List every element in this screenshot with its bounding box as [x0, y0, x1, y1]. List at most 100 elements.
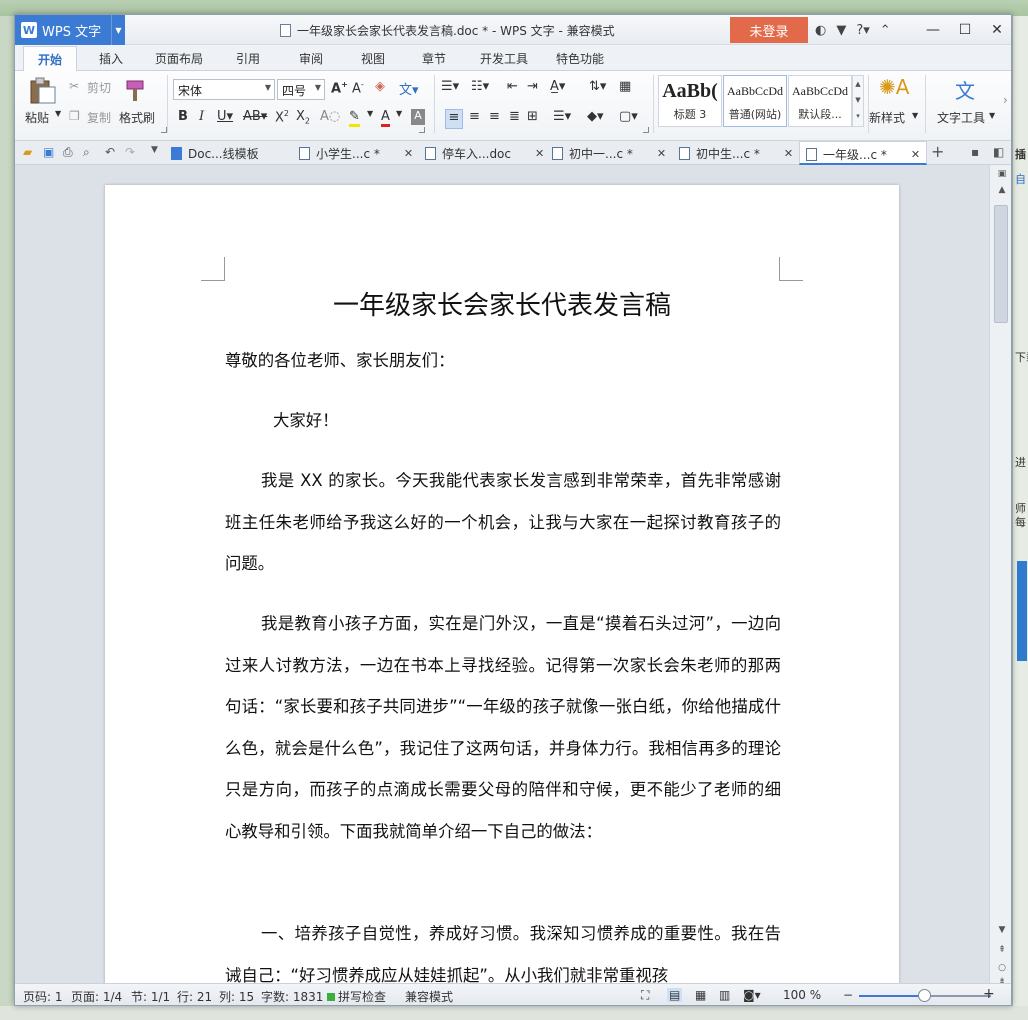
close-tab-icon[interactable]: ✕	[535, 147, 544, 160]
numbering-icon[interactable]: ☷▾	[471, 79, 489, 94]
align-right-icon[interactable]: ≡	[489, 109, 500, 124]
char-shading-icon[interactable]: A	[411, 109, 425, 125]
doc-tab[interactable]: Doc...线模板	[171, 145, 259, 162]
decrease-indent-icon[interactable]: ⇤	[507, 79, 518, 94]
document-area[interactable]: 一年级家长会家长代表发言稿 尊敬的各位老师、家长朋友们： 大家好！ 我是 XX …	[15, 165, 989, 983]
chevron-down-icon[interactable]: ▼	[111, 15, 125, 45]
zoom-level[interactable]: 100 %	[783, 988, 821, 1002]
doc-tab-active[interactable]: 一年级...c * ✕	[799, 141, 928, 165]
tab-insert[interactable]: 插入	[99, 50, 123, 67]
open-folder-icon[interactable]: ▰	[23, 145, 32, 159]
skin-icon[interactable]: ◐	[815, 23, 826, 38]
paragraph-shading-icon[interactable]: ◆▾	[587, 109, 604, 124]
app-menu-button[interactable]: W WPS 文字 ▼	[15, 15, 125, 45]
borders-icon[interactable]: ▢▾	[619, 109, 638, 124]
close-tab-icon[interactable]: ✕	[911, 148, 920, 161]
doc-tab[interactable]: 停车入...doc ✕	[425, 145, 544, 162]
web-view-icon[interactable]: ▥	[719, 988, 730, 1002]
status-row[interactable]: 行: 21	[177, 988, 212, 1005]
tab-options-icon[interactable]: ◧	[993, 145, 1004, 159]
reading-view-icon[interactable]: ◙▾	[743, 988, 761, 1002]
line-spacing-icon[interactable]: ☰▾	[553, 109, 571, 124]
outline-view-icon[interactable]: ▦	[695, 988, 706, 1002]
print-preview-icon[interactable]: ⌕	[83, 145, 90, 160]
tab-page-layout[interactable]: 页面布局	[155, 50, 203, 67]
bullets-icon[interactable]: ☰▾	[441, 79, 459, 94]
style-default-paragraph[interactable]: AaBbCcDd 默认段...	[788, 75, 852, 127]
fullscreen-icon[interactable]: ⛶	[641, 988, 649, 1003]
align-left-icon[interactable]: ≡	[445, 109, 463, 129]
tab-developer[interactable]: 开发工具	[480, 50, 528, 67]
new-style-button[interactable]: 新样式	[869, 109, 905, 126]
paragraph-launcher-icon[interactable]	[643, 127, 649, 133]
compat-mode[interactable]: 兼容模式	[405, 988, 453, 1005]
status-pages[interactable]: 页面: 1/4	[71, 988, 122, 1005]
strikethrough-icon[interactable]: AB▾	[243, 109, 267, 124]
font-size-select[interactable]: 四号 ▼	[277, 79, 325, 100]
font-name-select[interactable]: 宋体 ▼	[173, 79, 275, 100]
bold-icon[interactable]: B	[178, 109, 188, 124]
style-normal-web[interactable]: AaBbCcDd 普通(网站)	[723, 75, 787, 127]
copy-button[interactable]: 复制	[87, 109, 111, 126]
subscript-icon[interactable]: X2	[296, 109, 310, 126]
tab-list-icon[interactable]: ▪	[971, 145, 979, 159]
font-color-icon[interactable]: A	[381, 109, 390, 127]
print-icon[interactable]: ⎙	[63, 145, 73, 160]
document-page[interactable]: 一年级家长会家长代表发言稿 尊敬的各位老师、家长朋友们： 大家好！ 我是 XX …	[105, 185, 899, 983]
grow-font-icon[interactable]: A+	[331, 80, 348, 96]
text-tools-button[interactable]: 文字工具	[937, 109, 985, 126]
ribbon-scroll-right-icon[interactable]: ›	[1003, 93, 1008, 107]
close-tab-icon[interactable]: ✕	[657, 147, 666, 160]
status-page[interactable]: 页码: 1	[23, 988, 63, 1005]
new-tab-icon[interactable]: +	[931, 142, 944, 161]
tab-features[interactable]: 特色功能	[556, 50, 604, 67]
login-button[interactable]: 未登录	[730, 17, 808, 43]
zoom-out-icon[interactable]: −	[843, 988, 853, 1002]
clear-format-icon[interactable]: ◈	[375, 79, 385, 94]
undo-icon[interactable]: ↶	[105, 145, 115, 159]
style-gallery-scroll[interactable]: ▲ ▼ ▾	[852, 75, 864, 127]
tab-references[interactable]: 引用	[236, 50, 260, 67]
close-button[interactable]: ✕	[981, 15, 1011, 45]
cut-button[interactable]: 剪切	[87, 79, 111, 96]
format-painter-button[interactable]: 格式刷	[119, 109, 155, 126]
status-word-count[interactable]: 字数: 1831	[261, 988, 323, 1005]
help-icon[interactable]: ?▾	[856, 23, 869, 38]
redo-icon[interactable]: ↷	[125, 145, 135, 159]
increase-indent-icon[interactable]: ⇥	[527, 79, 538, 94]
doc-tab[interactable]: 初中一...c * ✕	[552, 145, 666, 162]
chevron-down-icon[interactable]: ▼	[396, 109, 402, 118]
tab-home[interactable]: 开始	[23, 46, 78, 71]
phonetic-guide-icon[interactable]: 文▾	[399, 79, 419, 98]
save-icon[interactable]: ▣	[43, 145, 54, 159]
vertical-scrollbar[interactable]: ▣ ▲ ▼ ⇞ ○ ⇟	[989, 165, 1011, 987]
italic-icon[interactable]: I	[199, 109, 204, 124]
select-browse-icon[interactable]: ○	[990, 963, 1011, 973]
doc-tab[interactable]: 初中生...c * ✕	[679, 145, 793, 162]
style-heading3[interactable]: AaBb( 标题 3	[658, 75, 722, 127]
status-section[interactable]: 节: 1/1	[131, 988, 170, 1005]
doc-tab[interactable]: 小学生...c * ✕	[299, 145, 413, 162]
close-tab-icon[interactable]: ✕	[404, 147, 413, 160]
page-view-icon[interactable]: ▤	[667, 988, 683, 1002]
scroll-thumb[interactable]	[994, 205, 1008, 323]
tab-view[interactable]: 视图	[361, 50, 385, 67]
ruler-toggle-icon[interactable]: ▣	[990, 169, 1011, 179]
spell-check[interactable]: 拼写检查	[327, 988, 386, 1005]
scroll-down-icon[interactable]: ▼	[990, 925, 1011, 935]
previous-page-icon[interactable]: ⇞	[990, 945, 1011, 955]
chevron-down-icon[interactable]: ▼	[912, 111, 918, 120]
justify-icon[interactable]: ≣	[509, 109, 520, 124]
status-column[interactable]: 列: 15	[219, 988, 254, 1005]
collapse-ribbon-icon[interactable]: ⌃	[880, 23, 891, 38]
highlight-icon[interactable]: ✎	[349, 109, 360, 127]
sort-icon[interactable]: ⇅▾	[589, 79, 606, 94]
zoom-in-icon[interactable]: +	[983, 986, 995, 1002]
underline-icon[interactable]: U▾	[217, 109, 233, 124]
customize-toolbar-icon[interactable]: ▼	[151, 145, 158, 155]
chevron-down-icon[interactable]: ▼	[55, 109, 61, 118]
superscript-icon[interactable]: X2	[275, 109, 289, 125]
maximize-button[interactable]: ☐	[949, 15, 981, 45]
shrink-font-icon[interactable]: A-	[352, 80, 364, 96]
minimize-button[interactable]: —	[917, 15, 949, 45]
